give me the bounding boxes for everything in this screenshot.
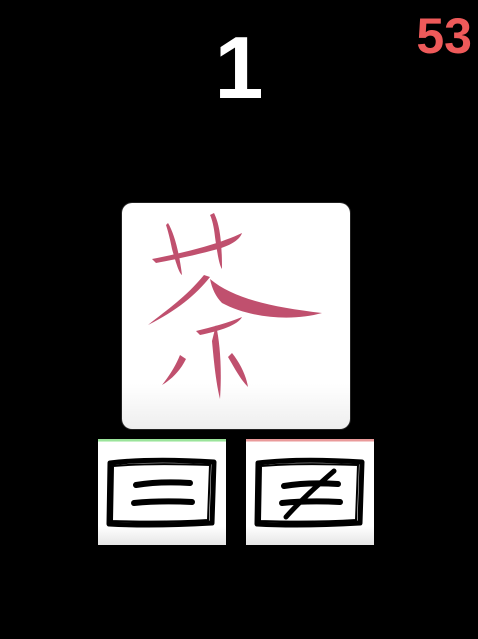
kanji-card: 茶	[122, 203, 350, 429]
kanji-glyph: 茶	[148, 213, 322, 399]
countdown-timer: 53	[416, 8, 472, 64]
not-equal-button[interactable]: ≠	[246, 439, 374, 545]
equal-button[interactable]: =	[98, 439, 226, 545]
equal-icon: =	[106, 457, 217, 528]
not-equal-icon: ≠	[254, 457, 365, 528]
score-counter: 1	[214, 18, 264, 117]
